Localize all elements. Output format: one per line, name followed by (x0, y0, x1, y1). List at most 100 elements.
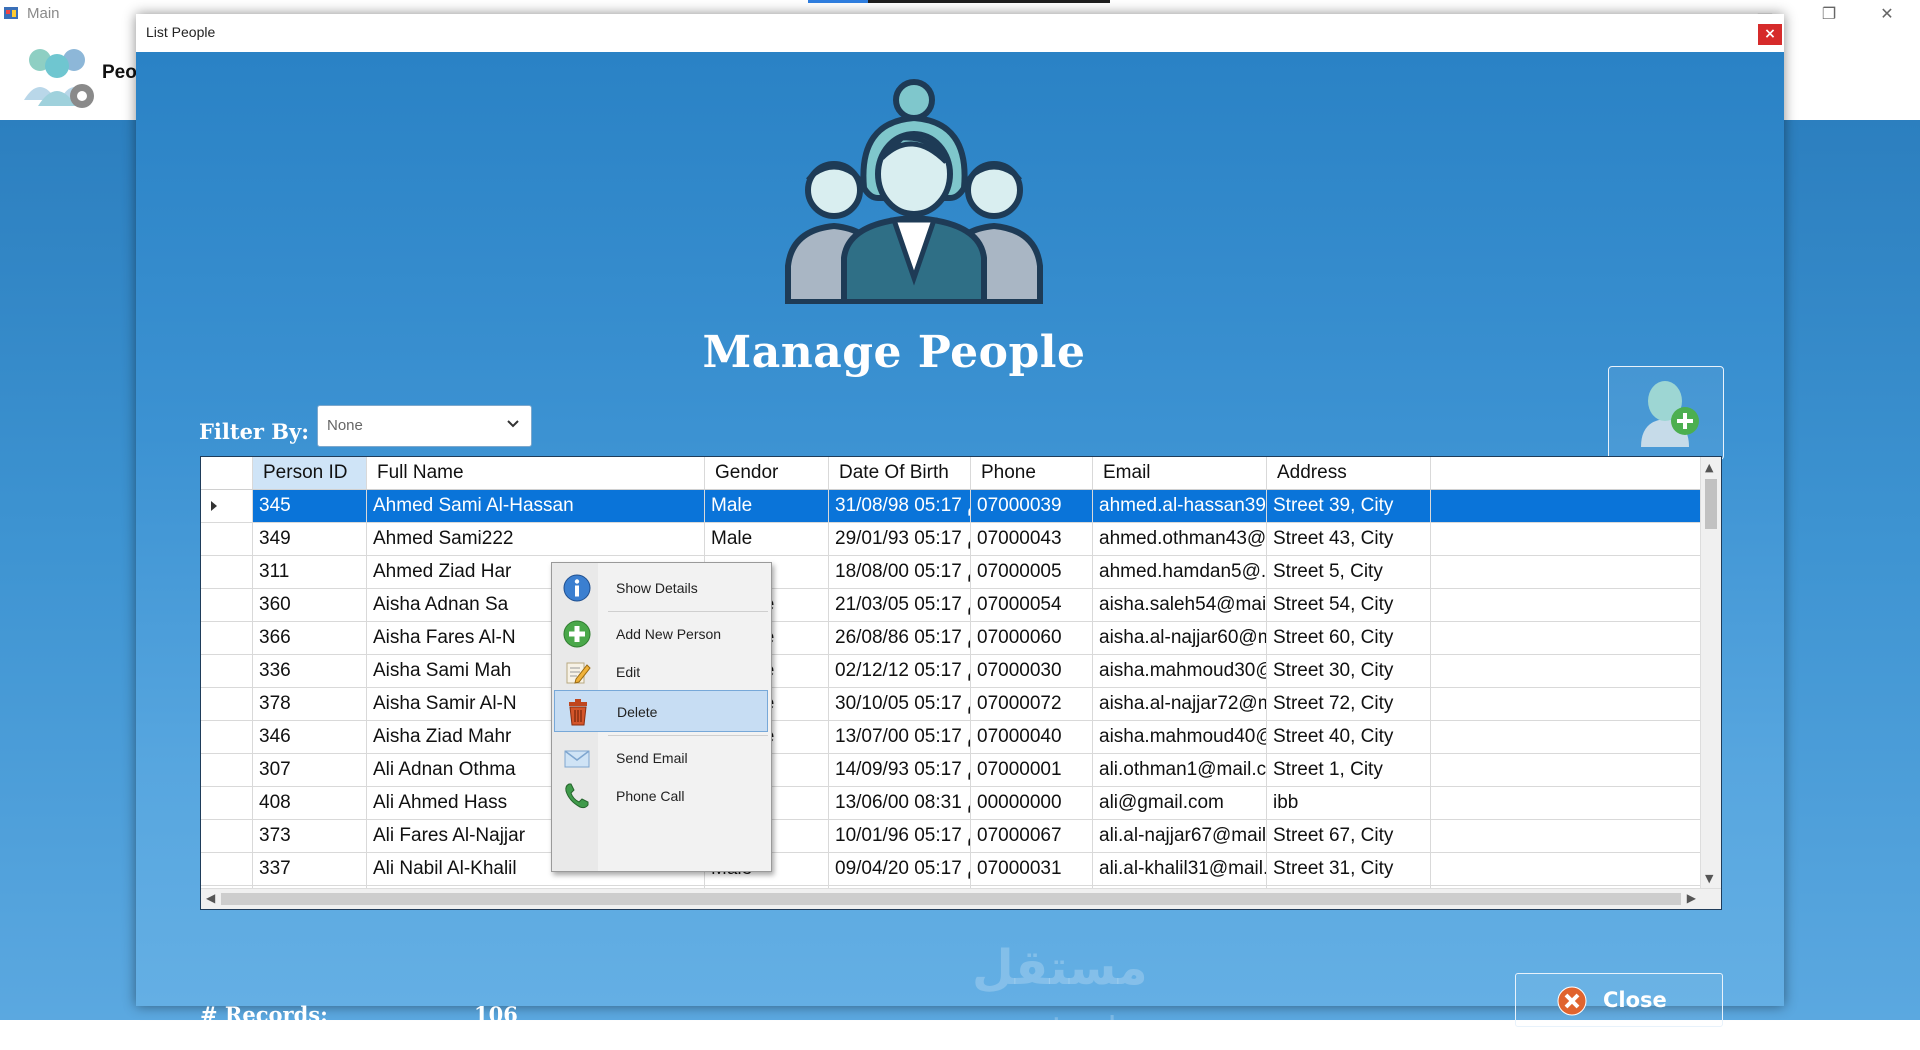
cell-address[interactable]: Street 30, City (1267, 655, 1431, 687)
cell-phone[interactable]: 07000067 (971, 820, 1093, 852)
menu-item-phone-call[interactable]: Phone Call (554, 775, 768, 817)
row-header[interactable] (201, 754, 253, 786)
table-row[interactable]: 378Aisha Samir Al-NFemale30/10/05 05:17 … (201, 688, 1701, 721)
cell-phone[interactable]: 07000060 (971, 622, 1093, 654)
menu-item-edit[interactable]: Edit (554, 651, 768, 693)
cell-date-of-birth[interactable]: 02/12/12 05:17 م (829, 655, 971, 687)
menu-item-add-new-person[interactable]: Add New Person (554, 613, 768, 655)
cell-person-id[interactable]: 360 (253, 589, 367, 621)
cell-phone[interactable]: 00000000 (971, 787, 1093, 819)
cell-address[interactable]: Street 67, City (1267, 820, 1431, 852)
row-header[interactable] (201, 556, 253, 588)
cell-email[interactable]: ahmed.othman43@... (1093, 523, 1267, 555)
cell-date-of-birth[interactable]: 13/06/00 08:31 م (829, 787, 971, 819)
filter-by-dropdown[interactable]: None (317, 405, 532, 447)
cell-address[interactable]: Street 43, City (1267, 523, 1431, 555)
cell-gender[interactable]: Male (705, 523, 829, 555)
table-row[interactable]: 337Ali Nabil Al-KhalilMale09/04/20 05:17… (201, 853, 1701, 886)
cell-person-id[interactable]: 378 (253, 688, 367, 720)
cell-email[interactable]: aisha.mahmoud40@... (1093, 721, 1267, 753)
cell-date-of-birth[interactable]: 30/10/05 05:17 م (829, 688, 971, 720)
table-row[interactable]: 366Aisha Fares Al-NFemale26/08/86 05:17 … (201, 622, 1701, 655)
table-row[interactable]: 346Aisha Ziad MahrFemale13/07/00 05:17 م… (201, 721, 1701, 754)
scroll-down-arrow-icon[interactable]: ▼ (1705, 872, 1713, 885)
cell-email[interactable]: aisha.al-najjar72@m... (1093, 688, 1267, 720)
column-header-phone[interactable]: Phone (971, 457, 1093, 489)
row-header[interactable] (201, 853, 253, 885)
cell-phone[interactable]: 07000043 (971, 523, 1093, 555)
row-header[interactable] (201, 721, 253, 753)
cell-person-id[interactable]: 345 (253, 490, 367, 522)
cell-person-id[interactable]: 366 (253, 622, 367, 654)
cell-email[interactable]: ahmed.al-hassan39... (1093, 490, 1267, 522)
restore-button[interactable]: ❐ (1806, 0, 1852, 28)
cell-gender[interactable]: Male (705, 490, 829, 522)
menu-item-send-email[interactable]: Send Email (554, 737, 768, 779)
cell-address[interactable]: Street 1, City (1267, 754, 1431, 786)
cell-email[interactable]: ali.othman1@mail.com (1093, 754, 1267, 786)
cell-full-name[interactable]: Ahmed Sami Al-Hassan (367, 490, 705, 522)
people-grid[interactable]: Person ID Full Name Gendor Date Of Birth… (200, 456, 1722, 910)
table-row[interactable]: 311Ahmed Ziad HarMale18/08/00 05:17 م070… (201, 556, 1701, 589)
cell-address[interactable]: Street 5, City (1267, 556, 1431, 588)
horizontal-scroll-thumb[interactable] (221, 893, 1681, 905)
cell-person-id[interactable]: 311 (253, 556, 367, 588)
cell-date-of-birth[interactable]: 29/01/93 05:17 م (829, 523, 971, 555)
cell-address[interactable]: Street 72, City (1267, 688, 1431, 720)
scroll-right-arrow-icon[interactable]: ▶ (1687, 891, 1696, 905)
cell-email[interactable]: aisha.al-najjar60@m... (1093, 622, 1267, 654)
cell-email[interactable]: ahmed.hamdan5@... (1093, 556, 1267, 588)
scroll-up-arrow-icon[interactable]: ▲ (1705, 461, 1713, 474)
menu-item-delete[interactable]: Delete (554, 690, 768, 732)
row-header[interactable] (201, 688, 253, 720)
row-header[interactable] (201, 787, 253, 819)
cell-person-id[interactable]: 373 (253, 820, 367, 852)
row-header[interactable] (201, 820, 253, 852)
cell-person-id[interactable]: 346 (253, 721, 367, 753)
cell-person-id[interactable]: 307 (253, 754, 367, 786)
cell-person-id[interactable]: 336 (253, 655, 367, 687)
dialog-close-button[interactable]: × (1758, 24, 1782, 45)
cell-address[interactable]: ibb (1267, 787, 1431, 819)
cell-phone[interactable]: 07000030 (971, 655, 1093, 687)
column-header-address[interactable]: Address (1267, 457, 1431, 489)
column-header-date-of-birth[interactable]: Date Of Birth (829, 457, 971, 489)
cell-phone[interactable]: 07000040 (971, 721, 1093, 753)
table-row[interactable]: 307Ali Adnan OthmaMale14/09/93 05:17 م07… (201, 754, 1701, 787)
cell-address[interactable]: Street 39, City (1267, 490, 1431, 522)
cell-email[interactable]: aisha.saleh54@mail.... (1093, 589, 1267, 621)
cell-address[interactable]: Street 54, City (1267, 589, 1431, 621)
cell-date-of-birth[interactable]: 18/08/00 05:17 م (829, 556, 971, 588)
column-header-full-name[interactable]: Full Name (367, 457, 705, 489)
main-menu-people[interactable]: Peo (102, 62, 137, 84)
cell-phone[interactable]: 07000072 (971, 688, 1093, 720)
table-row[interactable]: 349Ahmed Sami222Male29/01/93 05:17 م0700… (201, 523, 1701, 556)
cell-phone[interactable]: 07000005 (971, 556, 1093, 588)
row-header[interactable] (201, 589, 253, 621)
table-row[interactable]: 373Ali Fares Al-NajjarMale10/01/96 05:17… (201, 820, 1701, 853)
cell-address[interactable]: Street 40, City (1267, 721, 1431, 753)
row-header[interactable] (201, 523, 253, 555)
column-header-person-id[interactable]: Person ID (253, 457, 367, 489)
cell-address[interactable]: Street 60, City (1267, 622, 1431, 654)
cell-person-id[interactable]: 349 (253, 523, 367, 555)
scroll-left-arrow-icon[interactable]: ◀ (206, 891, 215, 905)
row-header[interactable] (201, 655, 253, 687)
cell-date-of-birth[interactable]: 26/08/86 05:17 م (829, 622, 971, 654)
cell-date-of-birth[interactable]: 14/09/93 05:17 م (829, 754, 971, 786)
row-header[interactable] (201, 490, 253, 522)
cell-phone[interactable]: 07000054 (971, 589, 1093, 621)
cell-person-id[interactable]: 337 (253, 853, 367, 885)
cell-email[interactable]: aisha.mahmoud30@... (1093, 655, 1267, 687)
column-header-email[interactable]: Email (1093, 457, 1267, 489)
cell-email[interactable]: ali@gmail.com (1093, 787, 1267, 819)
cell-date-of-birth[interactable]: 09/04/20 05:17 م (829, 853, 971, 885)
cell-address[interactable]: Street 31, City (1267, 853, 1431, 885)
column-header-gender[interactable]: Gendor (705, 457, 829, 489)
cell-email[interactable]: ali.al-najjar67@mail.c... (1093, 820, 1267, 852)
cell-phone[interactable]: 07000001 (971, 754, 1093, 786)
vertical-scroll-thumb[interactable] (1705, 479, 1717, 529)
table-row[interactable]: 408Ali Ahmed HassMale13/06/00 08:31 م000… (201, 787, 1701, 820)
row-header[interactable] (201, 622, 253, 654)
table-row[interactable]: 336Aisha Sami MahFemale02/12/12 05:17 م0… (201, 655, 1701, 688)
